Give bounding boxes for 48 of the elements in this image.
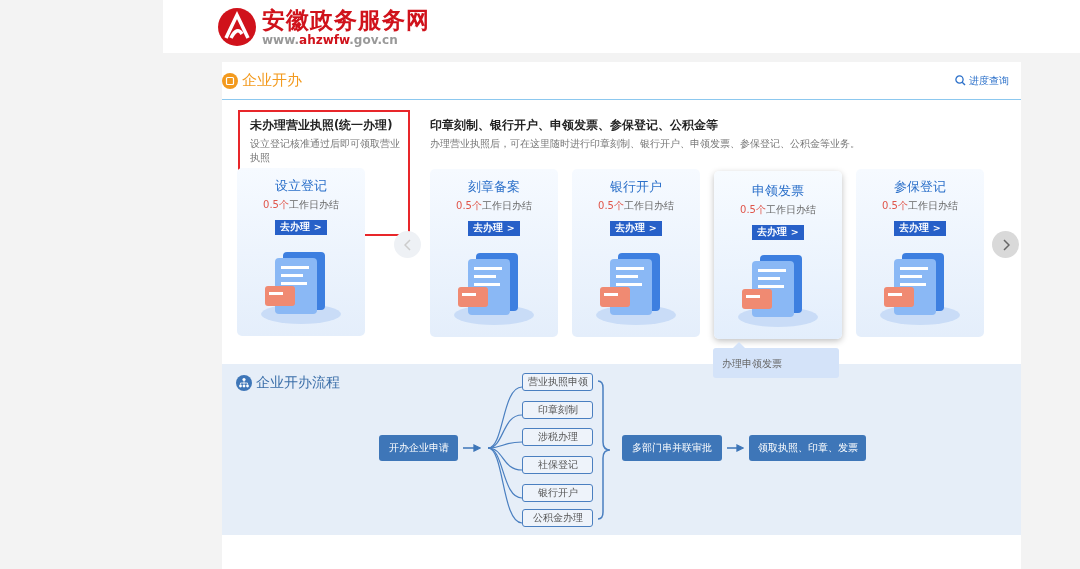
flow-step: 银行开户 [522, 484, 593, 502]
previous-button[interactable] [394, 231, 421, 258]
chevron-left-icon [403, 238, 412, 251]
processing-time: 0.5个工作日办结 [456, 199, 532, 213]
flow-title: 企业开办流程 [256, 374, 340, 392]
group-title: 印章刻制、银行开户、申领发票、参保登记、公积金等 [430, 118, 719, 133]
go-button[interactable]: 去办理 > [468, 221, 520, 236]
next-button[interactable] [992, 231, 1019, 258]
go-button[interactable]: 去办理 > [894, 221, 946, 236]
tooltip-pointer [733, 342, 745, 348]
search-icon [955, 75, 966, 86]
go-button[interactable]: 去办理 > [752, 225, 804, 240]
card-title: 银行开户 [610, 179, 662, 196]
logo-icon [218, 7, 256, 46]
flow-step: 社保登记 [522, 456, 593, 474]
group-title: 未办理营业执照(统一办理) [250, 118, 394, 133]
arrow [727, 444, 744, 452]
org-chart-icon [236, 375, 252, 391]
card-title: 申领发票 [752, 183, 804, 200]
processing-time: 0.5个工作日办结 [882, 199, 958, 213]
flow-step: 涉税办理 [522, 428, 593, 446]
site-name: 安徽政务服务网 [262, 6, 430, 33]
processing-time: 0.5个工作日办结 [598, 199, 674, 213]
card-title: 设立登记 [275, 178, 327, 195]
service-card[interactable]: 参保登记 0.5个工作日办结 去办理 > [856, 169, 984, 337]
flow-step: 印章刻制 [522, 401, 593, 419]
service-card[interactable]: 刻章备案 0.5个工作日办结 去办理 > [430, 169, 558, 337]
section-title: 企业开办 [242, 71, 302, 90]
flow-step: 开办企业申请 [379, 435, 458, 461]
processing-time: 0.5个工作日办结 [263, 198, 339, 212]
tooltip: 办理申领发票 [713, 348, 839, 378]
site-url: www.ahzwfw.gov.cn [262, 32, 399, 47]
flow-step: 多部门串并联审批 [622, 435, 722, 461]
group-description: 办理营业执照后，可在这里随时进行印章刻制、银行开户、申领发票、参保登记、公积金等业务。 [430, 137, 861, 151]
card-title: 参保登记 [894, 179, 946, 196]
flow-step: 营业执照申领 [522, 373, 593, 391]
progress-query-link[interactable]: 进度查询 [955, 73, 1009, 88]
card-title: 刻章备案 [468, 179, 520, 196]
arrow [463, 444, 481, 452]
processing-time: 0.5个工作日办结 [740, 203, 816, 217]
service-card[interactable]: 银行开户 0.5个工作日办结 去办理 > [572, 169, 700, 337]
service-card[interactable]: 设立登记 0.5个工作日办结 去办理 > [237, 168, 365, 336]
go-button[interactable]: 去办理 > [610, 221, 662, 236]
go-button[interactable]: 去办理 > [275, 220, 327, 235]
flow-step: 公积金办理 [522, 509, 593, 527]
chevron-right-icon [1001, 238, 1010, 251]
group-description: 设立登记核准通过后即可领取营业执照 [250, 137, 400, 165]
flow-step: 领取执照、印章、发票 [749, 435, 866, 461]
